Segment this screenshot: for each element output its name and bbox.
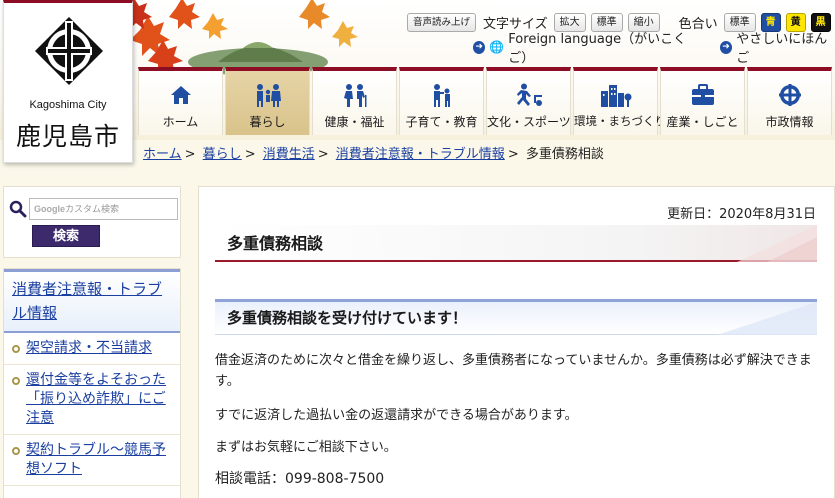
bullet-icon <box>12 377 20 385</box>
updated-date: 更新日：2020年8月31日 <box>667 207 816 222</box>
nav-item-home[interactable]: ホーム <box>138 67 223 135</box>
title-decoration <box>737 225 817 262</box>
google-label: Google <box>34 204 65 214</box>
breadcrumb-consumer[interactable]: 消費生活 <box>263 147 315 162</box>
section-heading-text: 多重債務相談を受け付けています！ <box>227 309 468 327</box>
arrow-right-icon: ➜ <box>719 40 733 54</box>
nav-label: 文化・スポーツ <box>487 115 571 129</box>
paragraph: すでに返済した過払い金の返還請求ができる場合があります。 <box>215 408 578 423</box>
easy-japanese-link[interactable]: やさしいにほんご <box>736 28 835 66</box>
breadcrumb-life[interactable]: 暮らし <box>203 147 242 162</box>
nav-item-health[interactable]: 健康・福祉 <box>312 67 397 135</box>
global-nav: ホーム 暮らし 健康・福祉 子育て・教育 文化・スポーツ 環境・まちづくり 産業… <box>138 67 835 137</box>
family-icon <box>256 84 281 107</box>
nav-label: 子育て・教育 <box>405 115 478 129</box>
site-search: Googleカスタム検索 検索 <box>3 186 181 258</box>
sidebar-item-label: 契約トラブル～競馬予想ソフト <box>26 442 166 477</box>
read-aloud-button[interactable]: 音声読み上げ <box>407 12 477 32</box>
paragraph: 借金返済のために次々と借金を繰り返し、多重債務者になっていませんか。多重債務は必… <box>215 353 812 389</box>
sidebar-item[interactable]: 還付金等をよそおった「振り込め詐欺」にご注意 <box>4 365 180 435</box>
page-title-text: 多重債務相談 <box>227 234 324 253</box>
sidebar-item-label: 還付金等をよそおった「振り込め詐欺」にご注意 <box>26 372 166 426</box>
nav-label: 市政情報 <box>765 115 814 129</box>
nav-item-city-info[interactable]: 市政情報 <box>747 67 832 135</box>
nav-item-life[interactable]: 暮らし <box>225 67 310 135</box>
town-icon <box>600 85 631 107</box>
sidebar-menu: 消費者注意報・トラブル情報 架空請求・不当請求 還付金等をよそおった「振り込め詐… <box>3 268 181 498</box>
foreign-language-link[interactable]: Foreign language（がいこくご） <box>508 28 702 66</box>
main-content: 更新日：2020年8月31日 多重債務相談 多重債務相談を受け付けています！ 借… <box>198 186 835 498</box>
nav-item-culture[interactable]: 文化・スポーツ <box>486 67 571 135</box>
city-emblem-icon <box>778 84 801 106</box>
childcare-icon <box>433 84 450 107</box>
nav-label: 健康・福祉 <box>324 115 385 129</box>
breadcrumb-home[interactable]: ホーム <box>143 147 182 162</box>
search-input[interactable]: Googleカスタム検索 <box>29 198 178 220</box>
bullet-icon <box>12 345 20 353</box>
home-icon <box>170 86 191 104</box>
nav-item-environment[interactable]: 環境・まちづくり <box>573 67 666 135</box>
sidebar-item[interactable]: 架空請求・不当請求 <box>4 333 180 365</box>
nav-label: ホーム <box>162 115 199 129</box>
nav-label: 産業・しごと <box>666 115 739 129</box>
sidebar-title[interactable]: 消費者注意報・トラブル情報 <box>4 269 180 333</box>
phone-number: 相談電話：099-808-7500 <box>215 471 385 487</box>
search-icon <box>9 200 27 218</box>
welfare-icon <box>343 84 366 107</box>
language-links: ➜ 🌐 Foreign language（がいこくご） ➜ やさしいにほんご <box>473 32 835 66</box>
nav-label: 環境・まちづくり <box>574 114 666 128</box>
heading-decoration <box>717 302 817 335</box>
logo-name-en: Kagoshima City <box>29 99 107 111</box>
paragraph: まずはお気軽にご相談下さい。 <box>215 440 397 455</box>
section-heading: 多重債務相談を受け付けています！ <box>215 299 817 335</box>
search-placeholder: カスタム検索 <box>65 204 120 214</box>
breadcrumb: ホーム > 暮らし > 消費生活 > 消費者注意報・トラブル情報 > 多重債務相談 <box>143 147 604 162</box>
city-emblem-logo-icon <box>35 17 103 85</box>
breadcrumb-current: 多重債務相談 <box>525 147 604 162</box>
sidebar-item-label: 架空請求・不当請求 <box>26 340 152 356</box>
breadcrumb-alerts[interactable]: 消費者注意報・トラブル情報 <box>336 147 505 162</box>
search-button[interactable]: 検索 <box>32 225 100 247</box>
briefcase-icon <box>691 84 714 105</box>
globe-icon: 🌐 <box>489 40 505 54</box>
nav-label: 暮らし <box>249 115 286 129</box>
nav-item-industry[interactable]: 産業・しごと <box>660 67 745 135</box>
sidebar-item[interactable]: 契約トラブル～競馬予想ソフト <box>4 435 180 486</box>
arrow-right-icon: ➜ <box>473 40 486 54</box>
logo-name-ja: 鹿児島市 <box>15 122 120 151</box>
page-title: 多重債務相談 <box>215 225 817 262</box>
city-logo[interactable]: Kagoshima City 鹿児島市 <box>3 0 133 163</box>
nav-item-childcare[interactable]: 子育て・教育 <box>399 67 484 135</box>
bullet-icon <box>12 447 20 455</box>
sports-icon <box>516 83 542 106</box>
